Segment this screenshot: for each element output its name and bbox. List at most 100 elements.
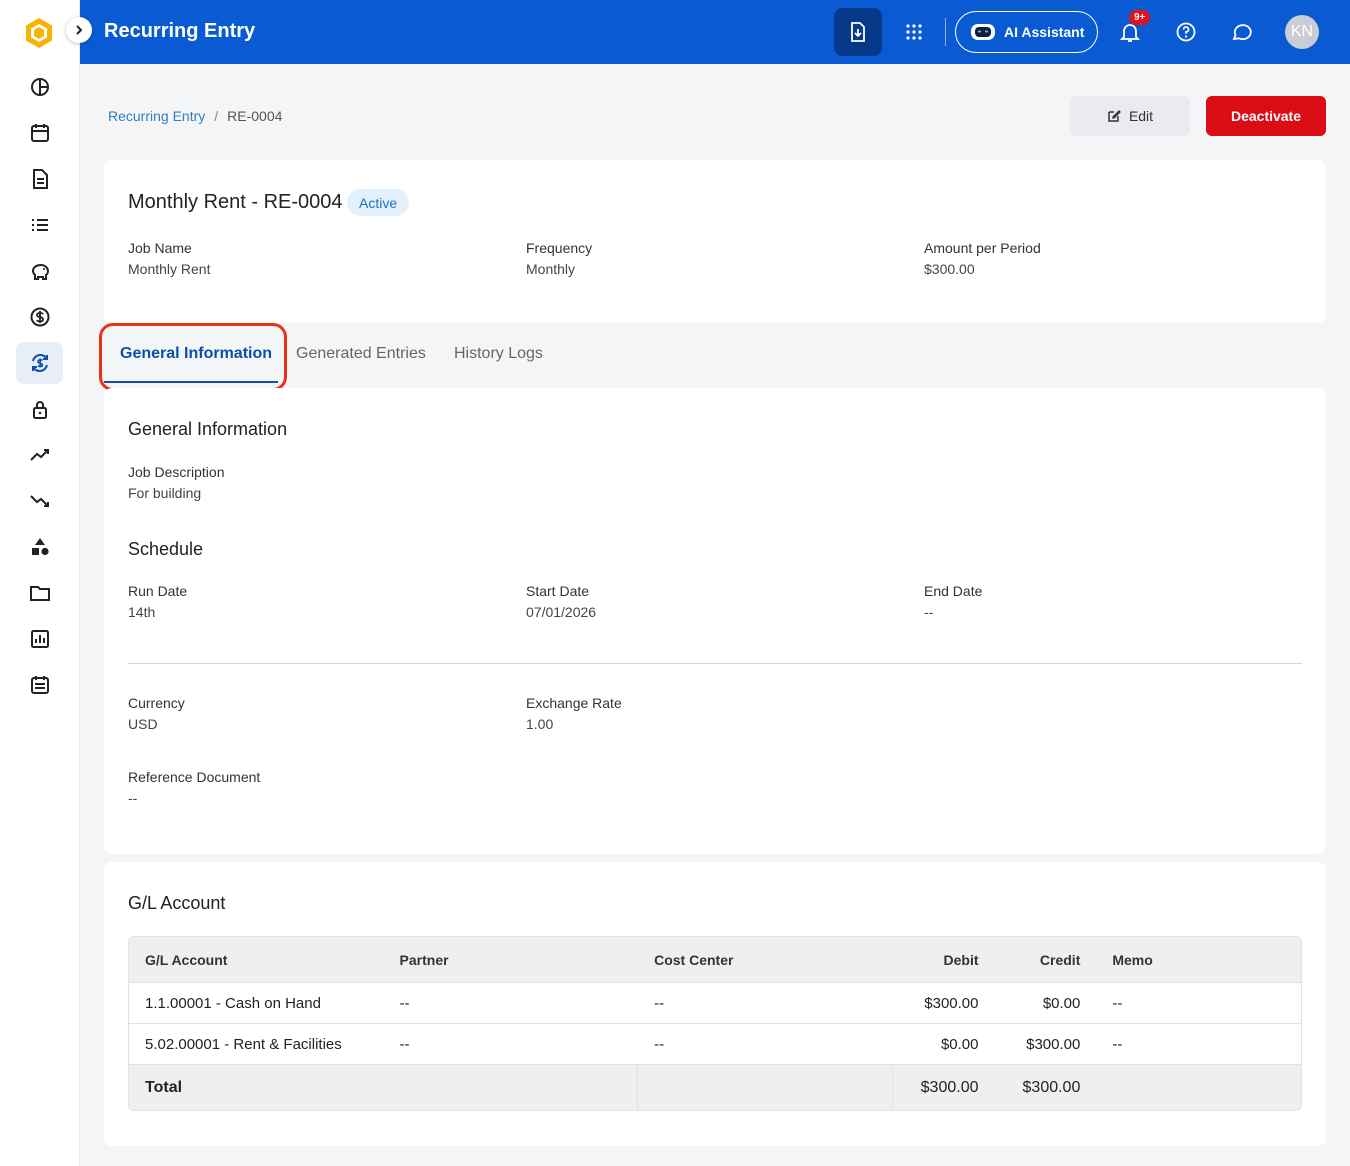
job-description-value: For building	[128, 485, 202, 501]
page-title: Recurring Entry	[104, 20, 256, 42]
trending-down-icon	[29, 495, 49, 507]
entry-title: Monthly Rent - RE-0004	[128, 191, 343, 213]
breadcrumb-current: RE-0004	[227, 108, 283, 124]
edit-button[interactable]: Edit	[1070, 96, 1190, 136]
help-button[interactable]	[1170, 16, 1202, 48]
piggy-bank-icon	[31, 263, 49, 280]
exchange-rate-value: 1.00	[526, 716, 554, 732]
end-date-value: --	[924, 604, 934, 620]
job-description-label: Job Description	[128, 464, 225, 480]
start-date-label: Start Date	[526, 583, 590, 599]
credit-cell: $0.00	[1042, 994, 1081, 1012]
tab-generated-entries[interactable]: Generated Entries	[296, 345, 426, 363]
breadcrumb-link-recurring-entry[interactable]: Recurring Entry	[108, 108, 205, 124]
nav-documents[interactable]	[16, 158, 63, 200]
edit-button-label: Edit	[1128, 108, 1154, 124]
currency-label: Currency	[128, 695, 185, 711]
total-cost-center-cell	[638, 1065, 893, 1110]
frequency-label: Frequency	[526, 240, 593, 256]
avatar[interactable]: KN	[1285, 15, 1319, 49]
column-header-partner: Partner	[399, 951, 449, 968]
recurring-dollar-icon	[31, 353, 48, 373]
nav-trending-down[interactable]	[16, 480, 63, 522]
tab-history-logs[interactable]: History Logs	[454, 345, 543, 363]
shapes-icon	[31, 538, 49, 556]
summary-card: Monthly Rent - RE-0004 Active Job Name M…	[104, 160, 1326, 323]
document-icon	[32, 169, 48, 189]
column-header-memo: Memo	[1112, 951, 1153, 968]
nav-folder[interactable]	[16, 572, 63, 614]
cost-center-cell: --	[654, 1035, 665, 1053]
table-header-row: G/L Account Partner Cost Center Debit Cr…	[129, 937, 1301, 983]
column-header-gl-account: G/L Account	[145, 951, 228, 968]
trending-up-icon	[29, 449, 49, 461]
column-header-debit: Debit	[943, 951, 979, 968]
nav-calendar[interactable]	[16, 112, 63, 154]
highlight-annotation	[99, 323, 287, 391]
status-badge: Active	[347, 189, 410, 216]
folder-icon	[29, 586, 50, 601]
deactivate-button[interactable]: Deactivate	[1206, 96, 1326, 136]
ai-assistant-label: AI Assistant	[1004, 24, 1085, 40]
pie-chart-icon	[30, 78, 49, 96]
chat-icon	[1232, 24, 1252, 41]
breadcrumb: Recurring Entry / RE-0004	[108, 108, 282, 124]
help-icon	[1176, 22, 1196, 42]
end-date-label: End Date	[924, 583, 983, 599]
list-icon	[31, 219, 48, 231]
reference-document-value: --	[128, 790, 138, 806]
section-divider	[128, 663, 1302, 664]
nav-schedule[interactable]	[16, 664, 63, 706]
nav-recurring-entry[interactable]	[16, 342, 63, 384]
gl-account-heading: G/L Account	[128, 893, 226, 913]
nav-trending-up[interactable]	[16, 434, 63, 476]
amount-per-period-value: $300.00	[924, 261, 975, 277]
nav-dashboard[interactable]	[16, 66, 63, 108]
amount-per-period-label: Amount per Period	[924, 240, 1041, 256]
nav-savings[interactable]	[16, 250, 63, 292]
total-partner-cell	[384, 1065, 639, 1110]
table-total-row: Total $300.00 $300.00	[129, 1065, 1301, 1110]
partner-cell: --	[399, 994, 410, 1012]
job-name-label: Job Name	[128, 240, 192, 256]
sidebar	[0, 0, 92, 1166]
nav-reports[interactable]	[16, 618, 63, 660]
breadcrumb-separator: /	[214, 108, 219, 124]
nav-lock[interactable]	[16, 388, 63, 430]
column-header-credit: Credit	[1039, 951, 1081, 968]
currency-value: USD	[128, 716, 158, 732]
column-header-cost-center: Cost Center	[654, 951, 734, 968]
download-document-icon	[851, 22, 865, 42]
general-information-heading: General Information	[128, 419, 288, 439]
notification-count-badge: 9+	[1129, 10, 1151, 25]
nav-payments[interactable]	[16, 296, 63, 338]
chat-button[interactable]	[1226, 16, 1258, 48]
cost-center-cell: --	[654, 994, 665, 1012]
debit-cell: $0.00	[940, 1035, 979, 1053]
lock-icon	[32, 401, 47, 419]
topbar: Recurring Entry AI Assistant 9+ KN	[80, 0, 1350, 64]
memo-cell: --	[1112, 994, 1123, 1012]
calendar-icon	[30, 124, 49, 142]
general-information-card: General Information Job Description For …	[104, 388, 1326, 854]
bar-chart-icon	[30, 630, 49, 648]
credit-cell: $300.00	[1026, 1035, 1081, 1053]
grid-icon	[906, 24, 922, 40]
start-date-value: 07/01/2026	[526, 604, 597, 620]
nav-list[interactable]	[16, 204, 63, 246]
calendar-list-icon	[30, 676, 49, 694]
sidebar-toggle-button[interactable]	[66, 17, 92, 43]
ai-assistant-button[interactable]: AI Assistant	[955, 11, 1098, 53]
table-row: 1.1.00001 - Cash on Hand -- -- $300.00 $…	[129, 983, 1301, 1024]
download-button[interactable]	[834, 8, 882, 56]
exchange-rate-label: Exchange Rate	[526, 695, 622, 711]
edit-icon	[1108, 110, 1121, 122]
frequency-value: Monthly	[526, 261, 576, 277]
nav-categories[interactable]	[16, 526, 63, 568]
robot-icon	[971, 24, 995, 40]
apps-grid-button[interactable]	[898, 16, 930, 48]
memo-cell: --	[1112, 1035, 1123, 1053]
gl-account-cell: 5.02.00001 - Rent & Facilities	[145, 1035, 342, 1053]
reference-document-label: Reference Document	[128, 769, 261, 785]
total-memo-cell	[1096, 1065, 1301, 1110]
